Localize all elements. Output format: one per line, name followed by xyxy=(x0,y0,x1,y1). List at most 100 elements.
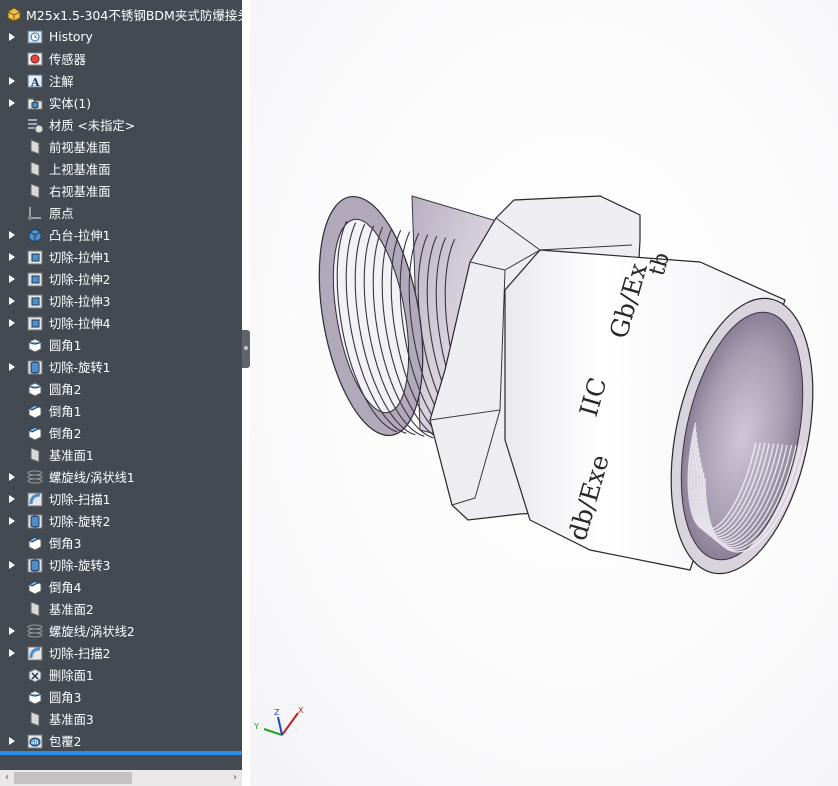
plane-icon xyxy=(30,183,40,199)
expand-spacer xyxy=(7,428,17,438)
fillet-icon xyxy=(28,382,42,397)
tree-item[interactable]: 螺旋线/涡状线1 xyxy=(0,466,242,488)
tree-item[interactable]: 材质 <未指定> xyxy=(0,114,242,136)
tree-item[interactable]: 圆角3 xyxy=(0,686,242,708)
tree-item-label: 实体(1) xyxy=(49,97,92,111)
tree-item-label: 切除-拉伸4 xyxy=(49,317,111,331)
material-icon xyxy=(28,119,44,134)
tree-item[interactable]: A 注解 xyxy=(0,70,242,92)
expand-spacer xyxy=(7,582,17,592)
tree-item[interactable]: 切除-旋转1 xyxy=(0,356,242,378)
tree-item[interactable]: 圆角2 xyxy=(0,378,242,400)
expand-arrow-icon[interactable] xyxy=(7,296,17,306)
plane-icon xyxy=(30,711,40,727)
tree-item-label: 原点 xyxy=(49,207,74,221)
chamfer-icon xyxy=(28,580,42,595)
tree-item[interactable]: 切除-拉伸3 xyxy=(0,290,242,312)
expand-arrow-icon[interactable] xyxy=(7,362,17,372)
delete-face-icon xyxy=(28,668,42,683)
expand-spacer xyxy=(7,406,17,416)
expand-arrow-icon[interactable] xyxy=(7,76,17,86)
tree-item[interactable]: 删除面1 xyxy=(0,664,242,686)
scroll-left-icon[interactable]: ‹ xyxy=(0,770,14,786)
expand-spacer xyxy=(7,714,17,724)
tree-item[interactable]: 螺旋线/涡状线2 xyxy=(0,620,242,642)
expand-arrow-icon[interactable] xyxy=(7,98,17,108)
tree-item[interactable]: 原点 xyxy=(0,202,242,224)
scroll-thumb[interactable] xyxy=(14,772,132,784)
tree-item[interactable]: 切除-拉伸4 xyxy=(0,312,242,334)
tree-item[interactable]: 上视基准面 xyxy=(0,158,242,180)
horizontal-scrollbar[interactable]: ‹ › xyxy=(0,770,242,786)
tree-item[interactable]: 倒角4 xyxy=(0,576,242,598)
plane-icon xyxy=(30,139,40,155)
origin-icon xyxy=(28,207,41,220)
tree-item[interactable]: 传感器 xyxy=(0,48,242,70)
swept-cut-icon xyxy=(27,646,43,661)
expand-arrow-icon[interactable] xyxy=(7,252,17,262)
expand-arrow-icon[interactable] xyxy=(7,736,17,746)
graphics-area[interactable]: db/Exe IIC Gb/Ex tb xyxy=(250,0,838,786)
panel-collapse-handle[interactable] xyxy=(242,330,250,368)
tree-item[interactable]: 切除-扫描2 xyxy=(0,642,242,664)
tree-item-label: 切除-扫描1 xyxy=(49,493,111,507)
expand-arrow-icon[interactable] xyxy=(7,494,17,504)
tree-item-label: 基准面1 xyxy=(49,449,94,463)
tree-item[interactable]: 基准面1 xyxy=(0,444,242,466)
expand-spacer xyxy=(7,538,17,548)
sensor-icon xyxy=(27,52,43,66)
tree-root-part[interactable]: M25x1.5-304不锈钢BDM夹式防爆接头 xyxy=(0,3,242,25)
tree-item-label: 倒角3 xyxy=(49,537,82,551)
expand-arrow-icon[interactable] xyxy=(7,230,17,240)
part-icon xyxy=(7,7,21,22)
fillet-icon xyxy=(28,690,42,705)
expand-arrow-icon[interactable] xyxy=(7,32,17,42)
body-cylinder xyxy=(504,249,814,575)
extrude-cut-icon xyxy=(27,316,43,331)
tree-item[interactable]: 倒角1 xyxy=(0,400,242,422)
tree-item[interactable]: 切除-旋转2 xyxy=(0,510,242,532)
extrude-cut-icon xyxy=(27,272,43,287)
tree-item[interactable]: 倒角3 xyxy=(0,532,242,554)
expand-arrow-icon[interactable] xyxy=(7,274,17,284)
tree-item-label: 凸台-拉伸1 xyxy=(49,229,111,243)
expand-arrow-icon[interactable] xyxy=(7,626,17,636)
expand-spacer xyxy=(7,384,17,394)
feature-manager-tree: M25x1.5-304不锈钢BDM夹式防爆接头 History 传感器 A 注解实体(… xyxy=(0,0,242,786)
tree-item-label: 圆角3 xyxy=(49,691,82,705)
expand-arrow-icon[interactable] xyxy=(7,648,17,658)
tree-item[interactable]: 基准面2 xyxy=(0,598,242,620)
expand-spacer xyxy=(7,340,17,350)
tree-item[interactable]: 切除-拉伸1 xyxy=(0,246,242,268)
tree-item[interactable]: 前视基准面 xyxy=(0,136,242,158)
tree-item[interactable]: 实体(1) xyxy=(0,92,242,114)
expand-arrow-icon[interactable] xyxy=(7,318,17,328)
expand-spacer xyxy=(7,450,17,460)
chamfer-icon xyxy=(28,426,42,441)
expand-arrow-icon[interactable] xyxy=(7,516,17,526)
part-name: M25x1.5-304不锈钢BDM夹式防爆接头 xyxy=(26,7,242,23)
tree-item[interactable]: 切除-拉伸2 xyxy=(0,268,242,290)
tree-item[interactable]: 凸台-拉伸1 xyxy=(0,224,242,246)
history-icon xyxy=(27,30,43,44)
rollback-bar[interactable] xyxy=(0,751,242,755)
tree-item-label: 传感器 xyxy=(49,53,86,67)
expand-arrow-icon[interactable] xyxy=(7,472,17,482)
expand-arrow-icon[interactable] xyxy=(7,560,17,570)
tree-item[interactable]: 右视基准面 xyxy=(0,180,242,202)
tree-item[interactable]: 基准面3 xyxy=(0,708,242,730)
tree-item[interactable]: 切除-旋转3 xyxy=(0,554,242,576)
revolve-cut-icon xyxy=(27,514,43,529)
chamfer-icon xyxy=(28,536,42,551)
svg-text:ab: ab xyxy=(31,739,39,746)
tree-item[interactable]: History xyxy=(0,26,242,48)
tree-item[interactable]: ab 包覆2 xyxy=(0,730,242,752)
tree-item[interactable]: 圆角1 xyxy=(0,334,242,356)
scroll-right-icon[interactable]: › xyxy=(228,770,242,786)
tree-item-label: 前视基准面 xyxy=(49,141,111,155)
plane-icon xyxy=(30,447,40,463)
tree-item[interactable]: 倒角2 xyxy=(0,422,242,444)
plane-icon xyxy=(30,601,40,617)
revolve-cut-icon xyxy=(27,360,43,375)
tree-item[interactable]: 切除-扫描1 xyxy=(0,488,242,510)
